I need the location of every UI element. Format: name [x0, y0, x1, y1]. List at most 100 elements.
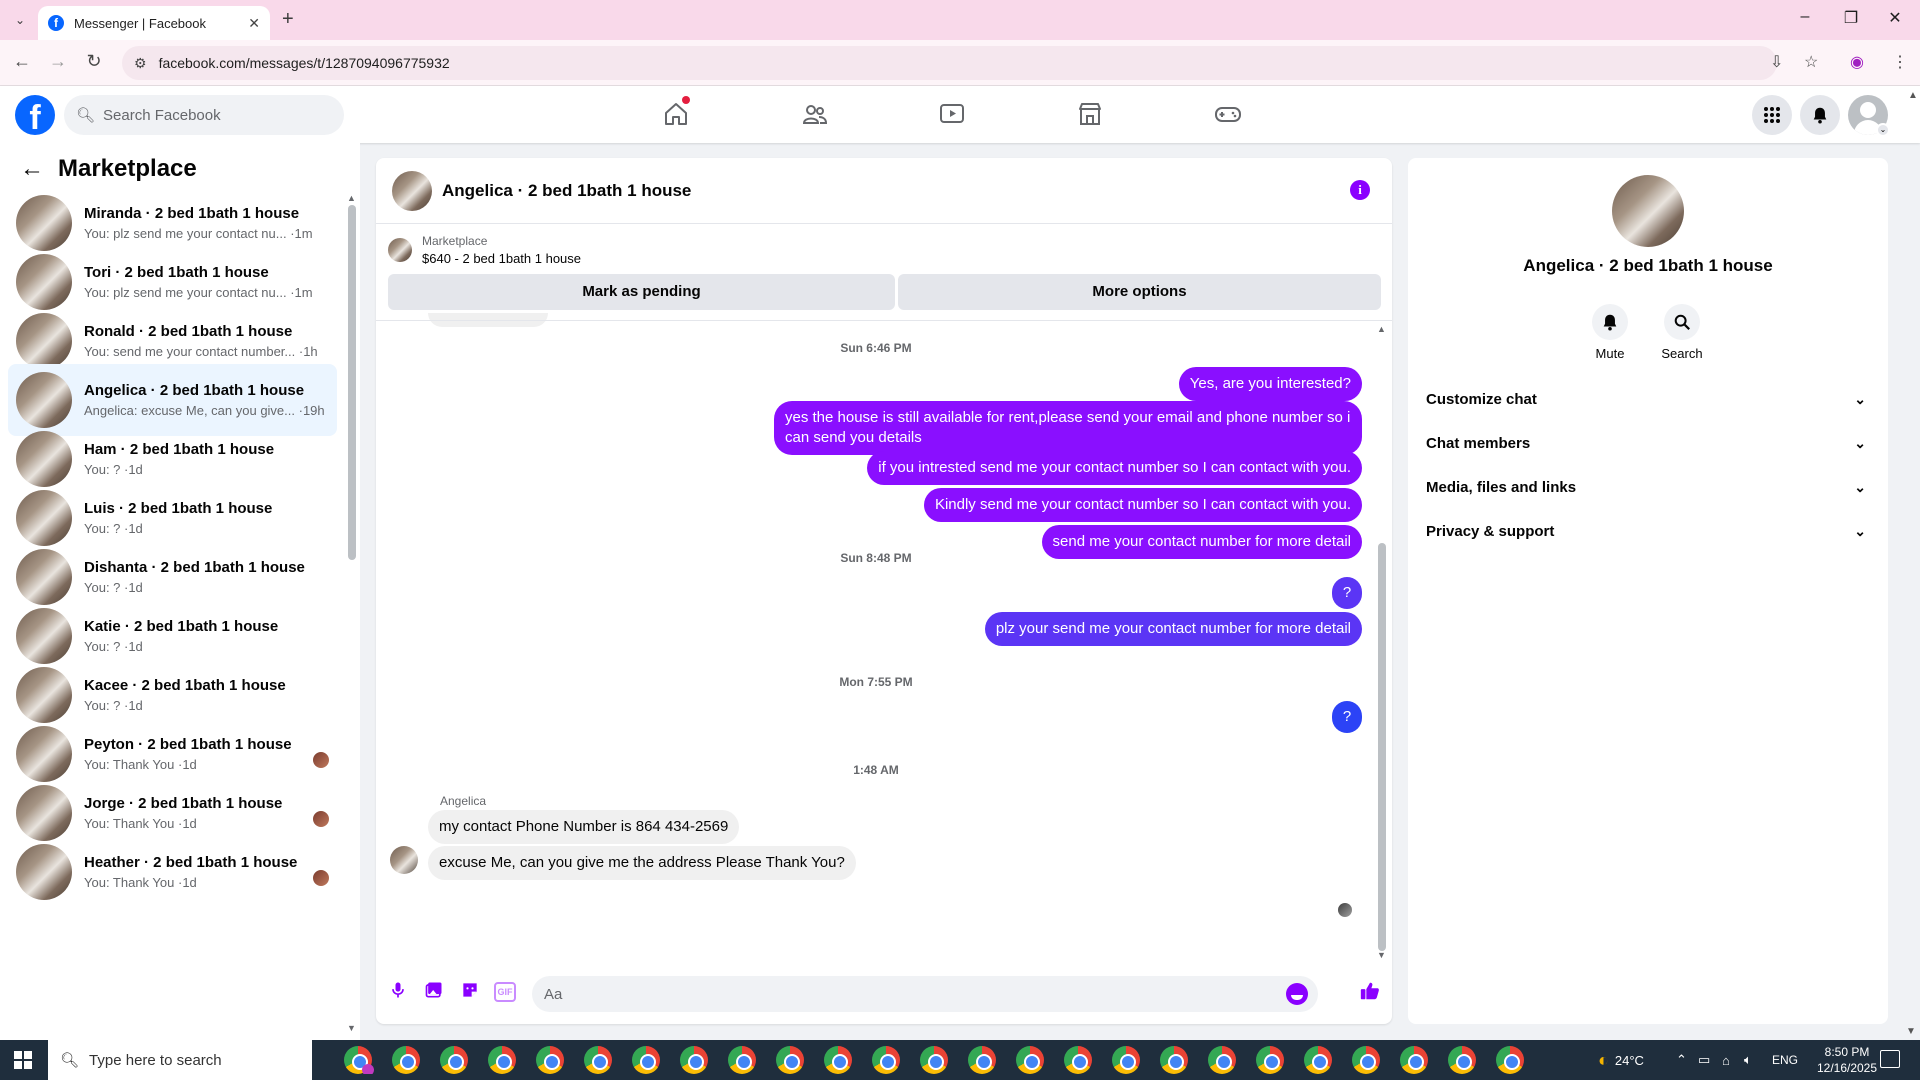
chat-list-item[interactable]: Peyton · 2 bed 1bath 1 house You: Thank Y… — [8, 724, 337, 783]
network-icon[interactable]: ▭ — [1698, 1040, 1710, 1080]
install-app-icon[interactable]: ⇩ — [1770, 52, 1783, 72]
windows-start-icon[interactable] — [14, 1051, 32, 1069]
wifi-icon[interactable]: ⌂ — [1722, 1040, 1730, 1080]
like-thumbs-up-icon[interactable] — [1358, 980, 1382, 1004]
minimize-button[interactable]: – — [1782, 8, 1828, 26]
chat-list-item[interactable]: Jorge · 2 bed 1bath 1 house You: Thank Yo… — [8, 783, 337, 842]
bookmark-star-icon[interactable]: ☆ — [1804, 52, 1818, 72]
outgoing-message[interactable]: Kindly send me your contact number so I … — [923, 488, 1362, 522]
tab-close-icon[interactable]: ✕ — [248, 15, 260, 32]
account-chevron-icon[interactable]: ⌄ — [1876, 123, 1890, 137]
chat-members-row[interactable]: Chat members ⌄ — [1422, 425, 1874, 461]
chrome-taskbar-icon[interactable] — [1352, 1046, 1380, 1074]
tray-chevron-icon[interactable]: ⌃ — [1676, 1040, 1687, 1080]
chrome-taskbar-icon[interactable] — [1256, 1046, 1284, 1074]
chrome-taskbar-icon[interactable] — [1064, 1046, 1092, 1074]
incoming-message[interactable]: excuse Me, can you give me the address P… — [428, 846, 856, 880]
more-options-button[interactable]: More options — [898, 274, 1381, 310]
media-files-links-row[interactable]: Media, files and links ⌄ — [1422, 469, 1874, 505]
volume-icon[interactable]: 🔈︎ — [1744, 1040, 1752, 1080]
forward-arrow-icon[interactable]: → — [46, 51, 70, 72]
chrome-taskbar-icon[interactable] — [1160, 1046, 1188, 1074]
chrome-taskbar-icon[interactable] — [1112, 1046, 1140, 1074]
sender-avatar[interactable] — [390, 846, 418, 874]
chrome-taskbar-icon[interactable] — [344, 1046, 374, 1074]
language-indicator[interactable]: ENG — [1772, 1040, 1798, 1080]
facebook-search-input[interactable] — [103, 106, 324, 124]
chat-list-item[interactable]: Kacee · 2 bed 1bath 1 house You: ? ·1d — [8, 665, 337, 724]
clock[interactable]: 8:50 PM 12/16/2025 — [1810, 1044, 1884, 1076]
emoji-icon[interactable] — [1286, 983, 1308, 1005]
chat-list-item[interactable]: Angelica · 2 bed 1bath 1 house Angelica: … — [8, 364, 337, 436]
chrome-taskbar-icon[interactable] — [968, 1046, 996, 1074]
thread-scrollbar[interactable] — [1378, 543, 1386, 951]
contact-avatar[interactable] — [1612, 175, 1684, 247]
facebook-logo-icon[interactable]: f — [15, 95, 55, 135]
chat-list-item[interactable]: Ham · 2 bed 1bath 1 house You: ? ·1d — [8, 429, 337, 488]
chrome-taskbar-icon[interactable] — [440, 1046, 468, 1074]
sidebar-scrollbar[interactable] — [348, 205, 356, 560]
photo-icon[interactable] — [422, 980, 446, 1004]
menu-grid-icon[interactable] — [1752, 95, 1792, 135]
gaming-icon[interactable] — [1208, 96, 1248, 132]
conversation-avatar[interactable] — [392, 170, 432, 211]
chrome-taskbar-icon[interactable] — [1496, 1046, 1524, 1074]
chat-list-item[interactable]: Katie · 2 bed 1bath 1 house You: ? ·1d — [8, 606, 337, 665]
outgoing-message[interactable]: if you intrested send me your contact nu… — [867, 451, 1362, 485]
profile-icon[interactable]: ◉ — [1850, 52, 1864, 72]
home-icon[interactable] — [656, 96, 696, 132]
outgoing-message[interactable]: yes the house is still available for ren… — [774, 401, 1362, 455]
chrome-taskbar-icon[interactable] — [824, 1046, 852, 1074]
chrome-taskbar-icon[interactable] — [536, 1046, 564, 1074]
chat-list-item[interactable]: Tori · 2 bed 1bath 1 house You: plz send … — [8, 252, 337, 311]
chat-list-item[interactable]: Heather · 2 bed 1bath 1 house You: Thank … — [8, 842, 337, 901]
friends-icon[interactable] — [795, 96, 835, 132]
chrome-taskbar-icon[interactable] — [1400, 1046, 1428, 1074]
chrome-taskbar-icon[interactable] — [488, 1046, 516, 1074]
outgoing-message[interactable]: ? — [1332, 701, 1362, 733]
page-scroll-down-icon[interactable]: ▼ — [1906, 1026, 1916, 1037]
chat-list-item[interactable]: Dishanta · 2 bed 1bath 1 house You: ? ·1d — [8, 547, 337, 606]
message-input[interactable] — [544, 985, 1244, 1003]
info-icon[interactable]: i — [1350, 180, 1370, 200]
site-info-icon[interactable]: ⚙ — [134, 55, 147, 72]
chrome-taskbar-icon[interactable] — [1208, 1046, 1236, 1074]
weather-widget[interactable]: ◐ 24°C — [1598, 1040, 1644, 1080]
maximize-button[interactable]: ❐ — [1828, 8, 1874, 28]
close-window-button[interactable]: ✕ — [1872, 8, 1918, 28]
conversation-title[interactable]: Angelica · 2 bed 1bath 1 house — [442, 181, 691, 201]
chrome-taskbar-icon[interactable] — [1016, 1046, 1044, 1074]
mark-as-pending-button[interactable]: Mark as pending — [388, 274, 895, 310]
chat-list-item[interactable]: Miranda · 2 bed 1bath 1 house You: plz se… — [8, 193, 337, 252]
chrome-taskbar-icon[interactable] — [1448, 1046, 1476, 1074]
mute-button[interactable]: Mute — [1580, 304, 1640, 361]
thread-scroll-up-icon[interactable]: ▲ — [1377, 324, 1386, 334]
browser-tab-messenger[interactable]: f Messenger | Facebook ✕ — [38, 6, 270, 40]
chat-list-item[interactable]: Luis · 2 bed 1bath 1 house You: ? ·1d — [8, 488, 337, 547]
sidebar-scroll-down-icon[interactable]: ▼ — [347, 1023, 356, 1033]
outgoing-message[interactable]: plz your send me your contact number for… — [984, 612, 1362, 646]
incoming-message[interactable]: my contact Phone Number is 864 434-2569 — [428, 810, 740, 844]
message-input-box[interactable] — [532, 976, 1318, 1012]
thread-scroll-down-icon[interactable]: ▼ — [1377, 950, 1386, 960]
video-icon[interactable] — [932, 96, 972, 132]
chrome-taskbar-icon[interactable] — [920, 1046, 948, 1074]
chrome-taskbar-icon[interactable] — [632, 1046, 660, 1074]
browser-menu-icon[interactable]: ⋮ — [1892, 52, 1908, 72]
gif-icon[interactable]: GIF — [494, 982, 516, 1002]
back-arrow-icon[interactable]: ← — [10, 51, 34, 72]
marketplace-icon[interactable] — [1070, 96, 1110, 132]
chat-list-item[interactable]: Ronald · 2 bed 1bath 1 house You: send me… — [8, 311, 337, 370]
chrome-taskbar-icon[interactable] — [872, 1046, 900, 1074]
sidebar-scroll-up-icon[interactable]: ▲ — [347, 193, 356, 203]
chrome-taskbar-icon[interactable] — [728, 1046, 756, 1074]
taskbar-search-box[interactable]: 🔍︎ Type here to search — [48, 1040, 312, 1080]
outgoing-message[interactable]: Yes, are you interested? — [1178, 367, 1362, 401]
chrome-taskbar-icon[interactable] — [1304, 1046, 1332, 1074]
privacy-support-row[interactable]: Privacy & support ⌄ — [1422, 513, 1874, 549]
page-scroll-up-icon[interactable]: ▲ — [1908, 90, 1918, 101]
new-tab-button[interactable]: + — [282, 8, 294, 31]
chrome-taskbar-icon[interactable] — [776, 1046, 804, 1074]
chrome-taskbar-icon[interactable] — [680, 1046, 708, 1074]
notifications-bell-icon[interactable] — [1800, 95, 1840, 135]
